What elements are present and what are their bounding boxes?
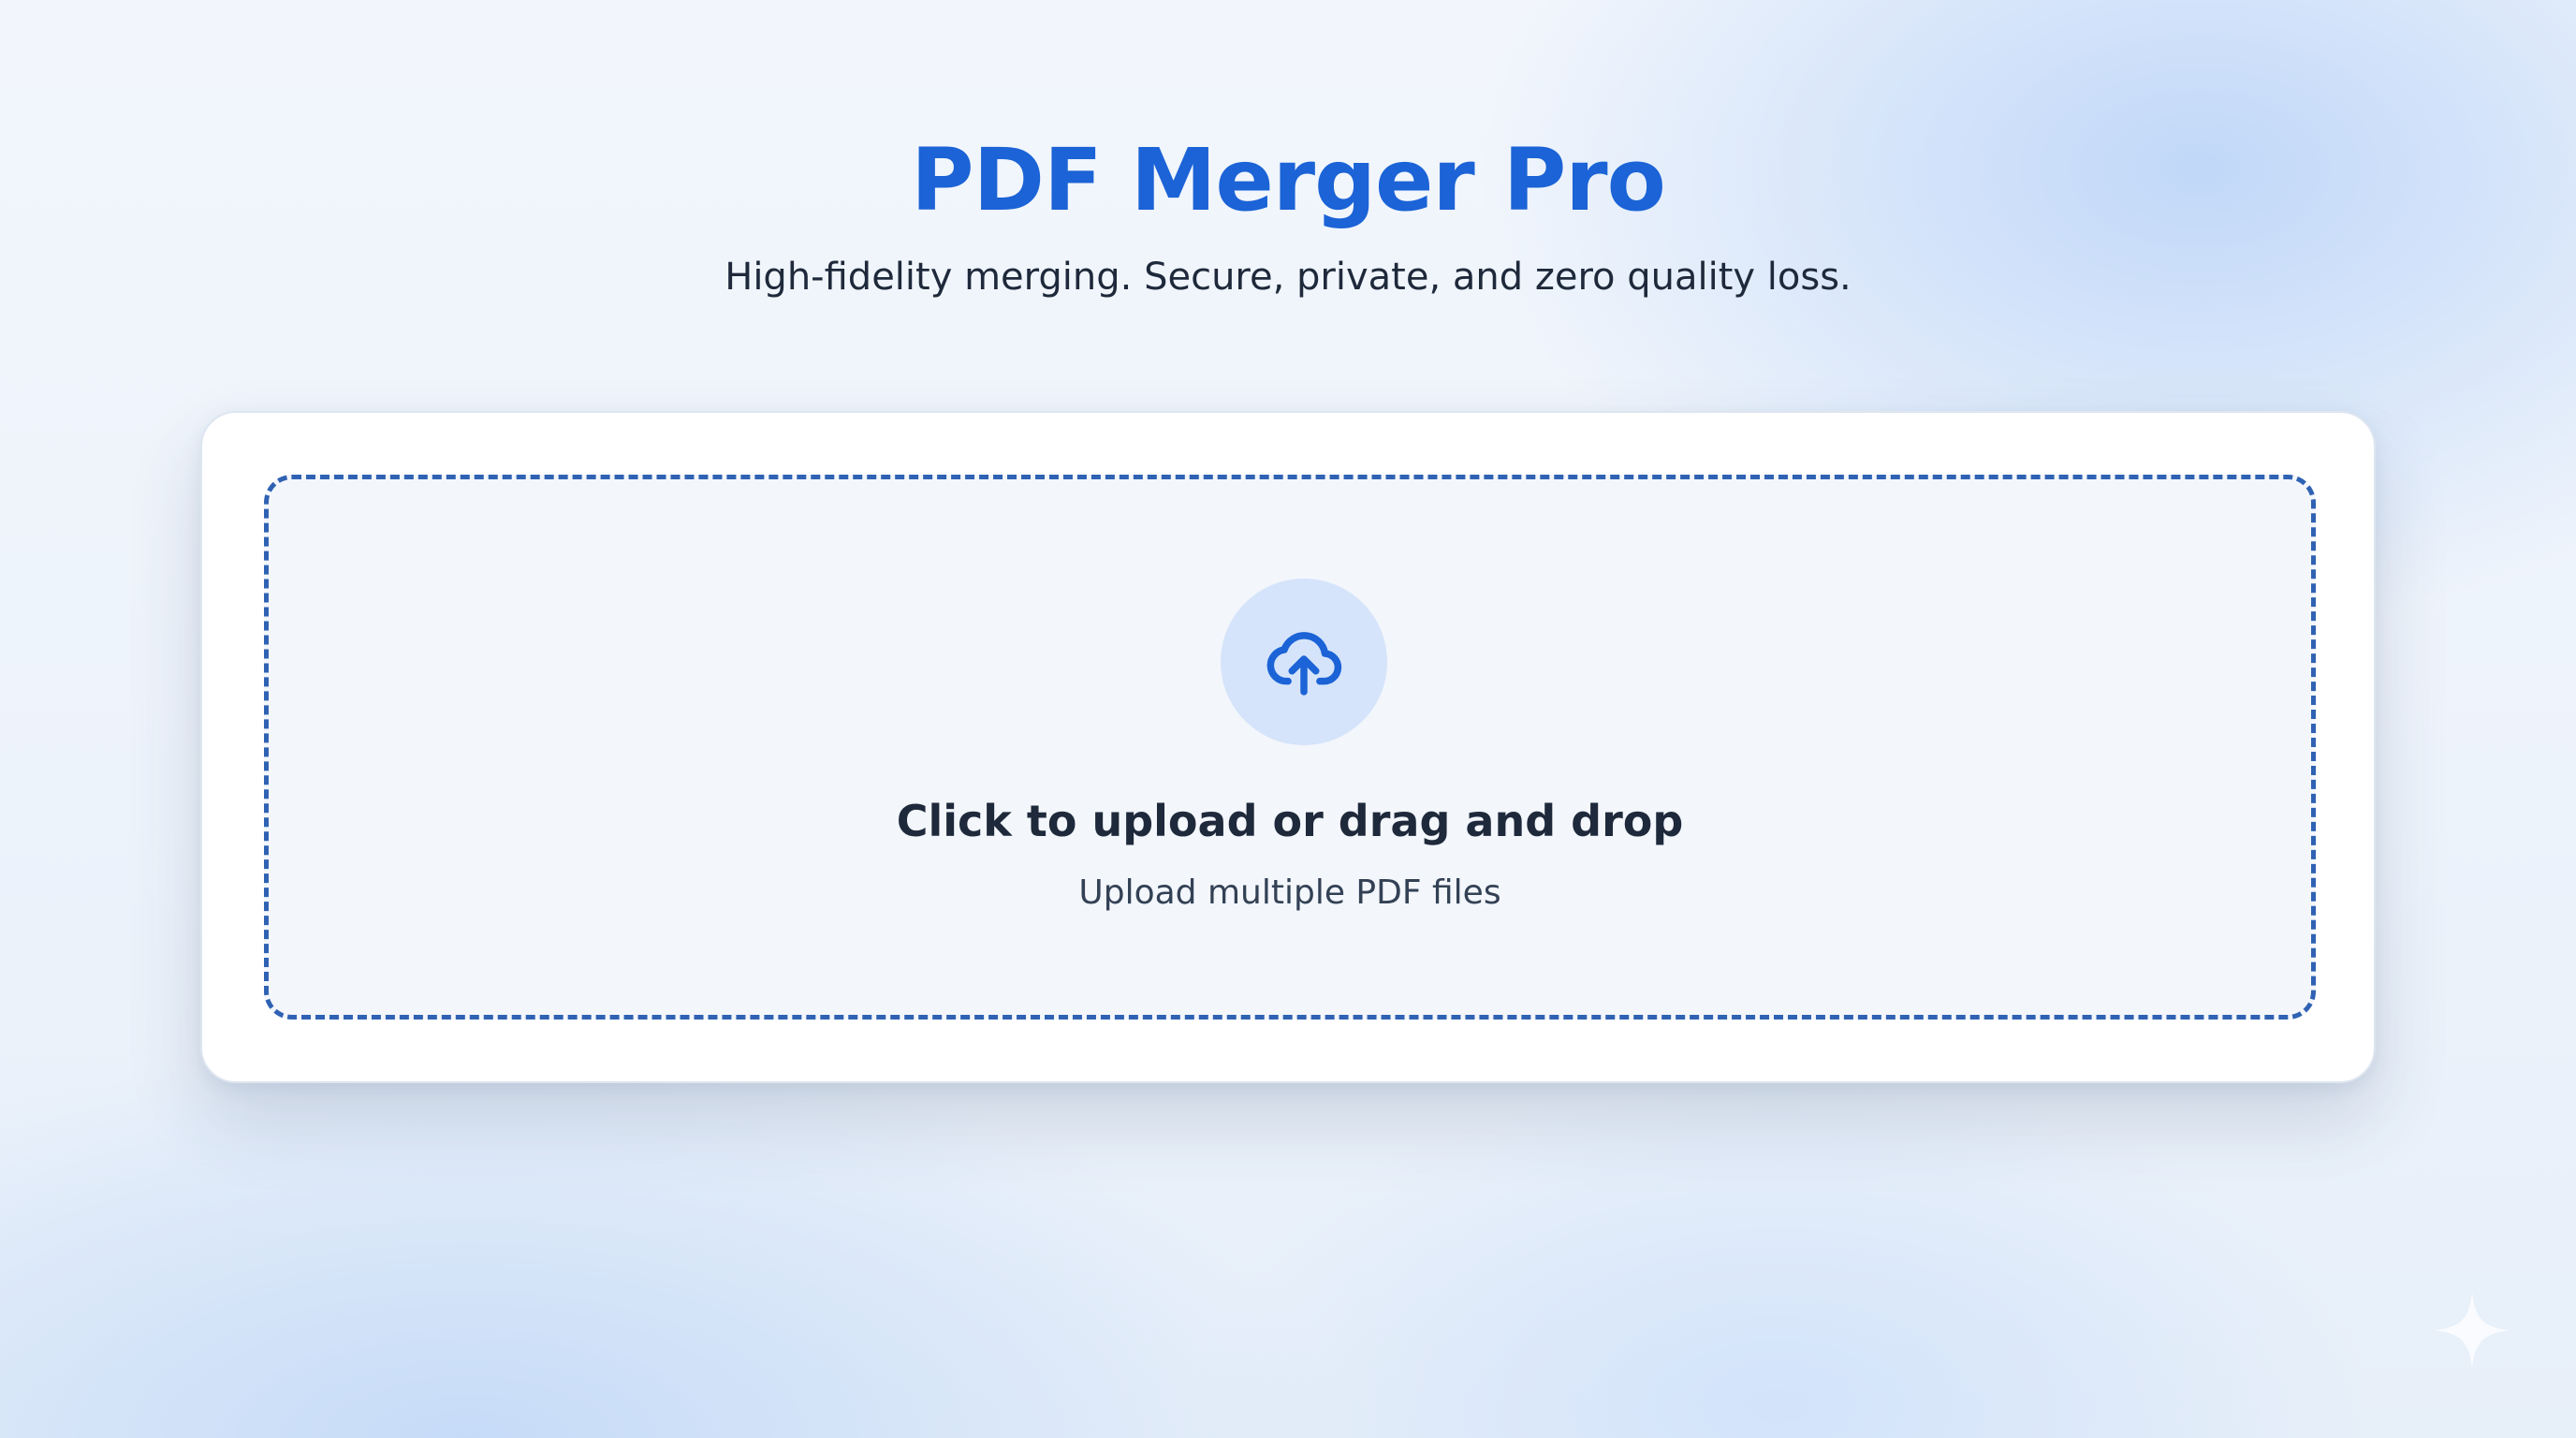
upload-title: Click to upload or drag and drop (896, 796, 1684, 846)
cloud-upload-icon (1266, 632, 1342, 696)
app-subtitle: High-fidelity merging. Secure, private, … (724, 256, 1852, 299)
app-title: PDF Merger Pro (911, 130, 1666, 230)
upload-dropzone[interactable]: Click to upload or drag and drop Upload … (264, 475, 2316, 1020)
upload-icon-circle[interactable] (1221, 579, 1387, 745)
upload-subtitle: Upload multiple PDF files (1078, 873, 1501, 912)
upload-card: Click to upload or drag and drop Upload … (200, 411, 2376, 1083)
sparkle-icon (2433, 1291, 2511, 1370)
